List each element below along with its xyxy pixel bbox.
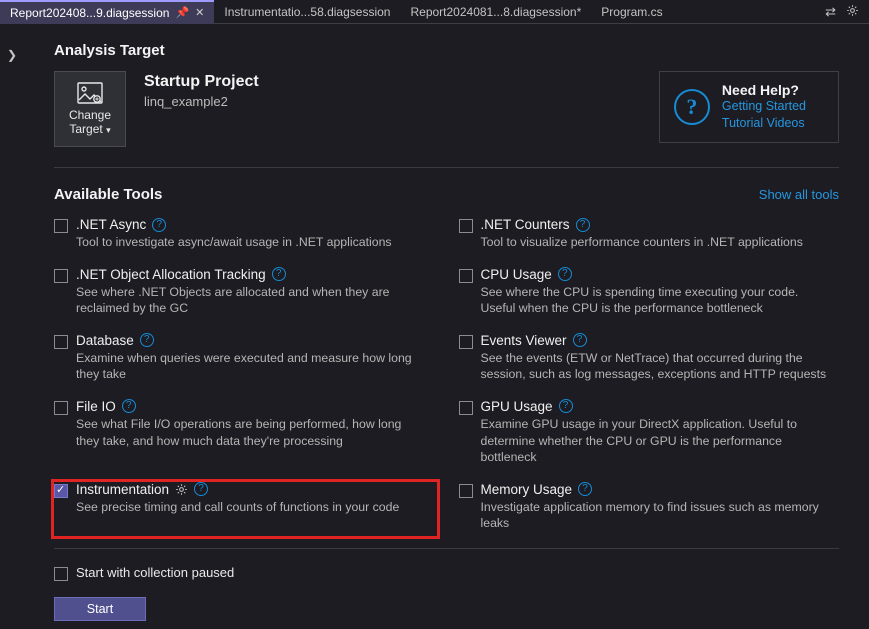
tool-desc: Examine GPU usage in your DirectX applic… (481, 416, 831, 466)
tab-overflow-icon[interactable]: ⇄ (825, 4, 836, 20)
tool-desc: See where .NET Objects are allocated and… (76, 284, 426, 317)
tab-strip: Report202408...9.diagsession 📌 ✕ Instrum… (0, 0, 869, 24)
tool-name: .NET Async (76, 217, 146, 232)
tab-strip-icons: ⇄ (825, 4, 869, 20)
tool-instrumentation-checkbox[interactable] (54, 484, 68, 498)
tool-net-counters-checkbox[interactable] (459, 219, 473, 233)
analysis-target-heading: Analysis Target (54, 42, 839, 59)
tab-report-9[interactable]: Report202408...9.diagsession 📌 ✕ (0, 0, 214, 24)
tool-gpu-usage-checkbox[interactable] (459, 401, 473, 415)
tool-memory-usage: Memory Usage ? Investigate application m… (459, 482, 840, 532)
tool-database: Database ? Examine when queries were exe… (54, 333, 435, 383)
gear-icon[interactable] (846, 4, 859, 20)
startup-project-title: Startup Project (144, 73, 259, 91)
tool-net-async-checkbox[interactable] (54, 219, 68, 233)
tool-events-viewer-checkbox[interactable] (459, 335, 473, 349)
expand-chevron-icon[interactable]: ❯ (0, 48, 24, 62)
tool-name: GPU Usage (481, 399, 553, 414)
tools-grid: .NET Async ? Tool to investigate async/a… (54, 217, 839, 549)
tool-desc: See where the CPU is spending time execu… (481, 284, 831, 317)
tool-name: .NET Counters (481, 217, 570, 232)
tool-file-io-checkbox[interactable] (54, 401, 68, 415)
info-icon[interactable]: ? (194, 482, 208, 496)
show-all-tools-link[interactable]: Show all tools (759, 187, 839, 202)
change-target-label: Change Target (69, 108, 111, 136)
tool-allocation-checkbox[interactable] (54, 269, 68, 283)
info-icon[interactable]: ? (559, 399, 573, 413)
tool-desc: Tool to visualize performance counters i… (481, 234, 831, 251)
info-icon[interactable]: ? (140, 333, 154, 347)
tool-file-io: File IO ? See what File I/O operations a… (54, 399, 435, 466)
chevron-down-icon: ▾ (106, 125, 111, 135)
tool-net-counters: .NET Counters ? Tool to visualize perfor… (459, 217, 840, 251)
close-icon[interactable]: ✕ (195, 6, 204, 19)
tool-gpu-usage: GPU Usage ? Examine GPU usage in your Di… (459, 399, 840, 466)
gear-icon[interactable] (175, 483, 188, 496)
tool-desc: Tool to investigate async/await usage in… (76, 234, 426, 251)
tool-desc: Investigate application memory to find i… (481, 499, 831, 532)
tool-desc: See the events (ETW or NetTrace) that oc… (481, 350, 831, 383)
startup-project-name: linq_example2 (144, 94, 259, 109)
info-icon[interactable]: ? (573, 333, 587, 347)
tab-program-cs[interactable]: Program.cs (591, 0, 672, 24)
getting-started-link[interactable]: Getting Started (722, 98, 806, 115)
main-content: Analysis Target Change Target ▾ Startup … (24, 24, 869, 629)
target-image-icon (77, 82, 103, 104)
tool-name: File IO (76, 399, 116, 414)
info-icon[interactable]: ? (122, 399, 136, 413)
tool-name: Memory Usage (481, 482, 573, 497)
tool-database-checkbox[interactable] (54, 335, 68, 349)
info-icon[interactable]: ? (272, 267, 286, 281)
tab-instrumentation[interactable]: Instrumentatio...58.diagsession (214, 0, 400, 24)
help-title: Need Help? (722, 82, 806, 98)
info-icon[interactable]: ? (576, 218, 590, 232)
change-target-button[interactable]: Change Target ▾ (54, 71, 126, 147)
tool-net-async: .NET Async ? Tool to investigate async/a… (54, 217, 435, 251)
tool-name: Instrumentation (76, 482, 169, 497)
tool-memory-usage-checkbox[interactable] (459, 484, 473, 498)
tool-cpu-usage-checkbox[interactable] (459, 269, 473, 283)
tool-allocation: .NET Object Allocation Tracking ? See wh… (54, 267, 435, 317)
tool-name: Database (76, 333, 134, 348)
tool-desc: See precise timing and call counts of fu… (76, 499, 426, 516)
info-icon[interactable]: ? (578, 482, 592, 496)
target-info: Startup Project linq_example2 (144, 71, 259, 109)
help-card: ? Need Help? Getting Started Tutorial Vi… (659, 71, 839, 143)
start-paused-label: Start with collection paused (76, 565, 234, 580)
left-gutter: ❯ (0, 24, 24, 629)
tab-label: Report2024081...8.diagsession* (410, 5, 581, 19)
tutorial-videos-link[interactable]: Tutorial Videos (722, 115, 806, 132)
tab-label: Program.cs (601, 5, 662, 19)
tab-label: Instrumentatio...58.diagsession (224, 5, 390, 19)
tab-report-8[interactable]: Report2024081...8.diagsession* (400, 0, 591, 24)
tool-desc: See what File I/O operations are being p… (76, 416, 426, 449)
start-button[interactable]: Start (54, 597, 146, 621)
tab-label: Report202408...9.diagsession (10, 6, 169, 20)
help-icon: ? (674, 89, 710, 125)
start-paused-checkbox[interactable] (54, 567, 68, 581)
tool-events-viewer: Events Viewer ? See the events (ETW or N… (459, 333, 840, 383)
tool-name: Events Viewer (481, 333, 567, 348)
pin-icon[interactable]: 📌 (175, 6, 189, 19)
info-icon[interactable]: ? (152, 218, 166, 232)
tool-name: CPU Usage (481, 267, 552, 282)
tool-cpu-usage: CPU Usage ? See where the CPU is spendin… (459, 267, 840, 317)
tool-instrumentation: Instrumentation ? See precise timing and… (52, 480, 439, 538)
available-tools-heading: Available Tools (54, 186, 162, 203)
tool-name: .NET Object Allocation Tracking (76, 267, 266, 282)
info-icon[interactable]: ? (558, 267, 572, 281)
tool-desc: Examine when queries were executed and m… (76, 350, 426, 383)
